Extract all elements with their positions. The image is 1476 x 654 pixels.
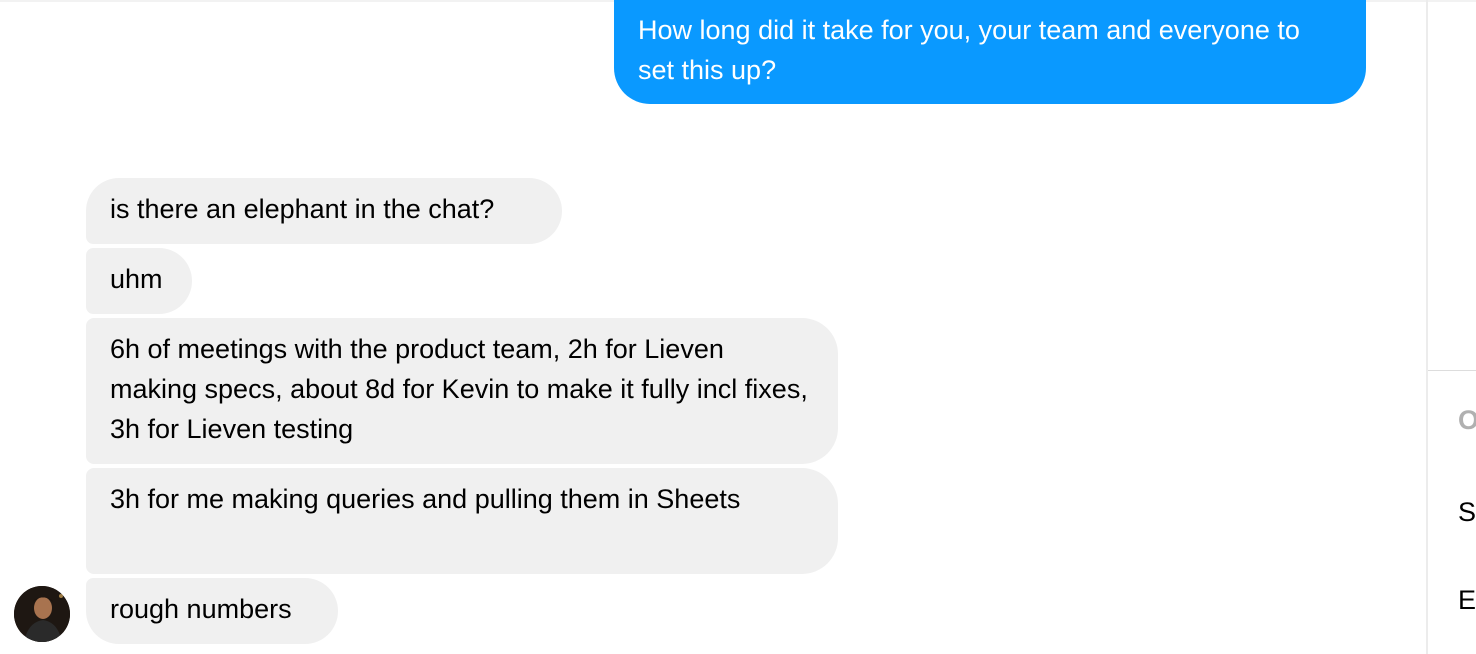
sender-avatar[interactable]	[14, 586, 70, 642]
section-divider	[1428, 370, 1476, 371]
conversation-info-panel: O S E	[1428, 0, 1476, 654]
side-panel-heading: O	[1458, 405, 1476, 435]
incoming-message[interactable]: rough numbers	[86, 578, 338, 644]
outgoing-message[interactable]: How long did it take for you, your team …	[614, 0, 1366, 104]
side-panel-item[interactable]: S	[1458, 497, 1476, 527]
conversation-pane[interactable]: How long did it take for you, your team …	[0, 0, 1426, 654]
messenger-window: How long did it take for you, your team …	[0, 0, 1476, 654]
incoming-message[interactable]: is there an elephant in the chat?	[86, 178, 562, 244]
incoming-message[interactable]: 6h of meetings with the product team, 2h…	[86, 318, 838, 464]
side-panel-item[interactable]: E	[1458, 585, 1476, 615]
incoming-message[interactable]: 3h for me making queries and pulling the…	[86, 468, 838, 574]
incoming-message[interactable]: uhm	[86, 248, 192, 314]
